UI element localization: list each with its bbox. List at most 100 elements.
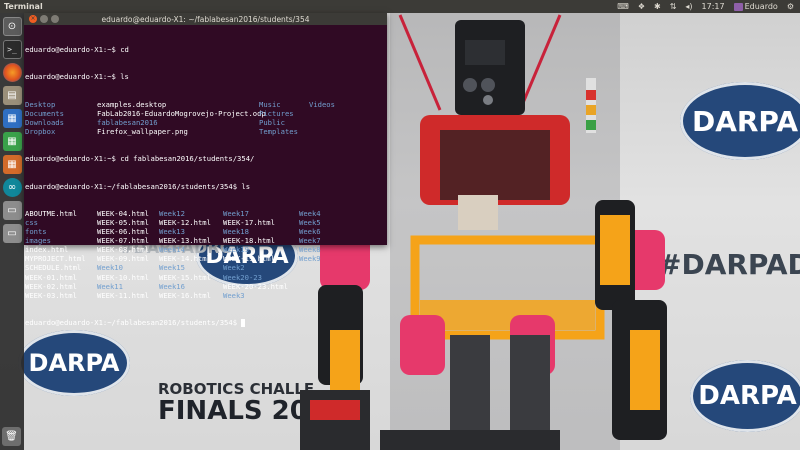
maximize-window-button[interactable] [51, 15, 59, 23]
terminal-window[interactable]: × eduardo@eduardo-X1: ~/fablabesan2016/s… [24, 13, 387, 327]
directory-entry: fonts [25, 227, 47, 237]
directory-entry: Week11 [97, 281, 123, 291]
terminal-line: eduardo@eduardo-X1:~$ cd fablabesan2016/… [25, 154, 255, 164]
terminal-output[interactable]: eduardo@eduardo-X1:~$ cd eduardo@eduardo… [24, 25, 387, 345]
user-menu[interactable]: Eduardo [733, 0, 778, 13]
directory-entry: Week12 [159, 208, 185, 218]
directory-entry: css [25, 217, 38, 227]
firefox-icon[interactable] [2, 63, 22, 82]
terminal-prompt-line[interactable]: eduardo@eduardo-X1:~/fablabesan2016/stud… [25, 318, 387, 327]
directory-entry: Public [259, 117, 285, 127]
terminal-line: eduardo@eduardo-X1:~/fablabesan2016/stud… [25, 181, 251, 191]
dropbox-icon[interactable]: ❖ [638, 0, 645, 13]
network-icon[interactable]: ⇅ [670, 0, 677, 13]
trash-icon[interactable]: 🗑 [2, 427, 21, 446]
directory-entry: Week7 [299, 236, 321, 246]
file-entry: WEEK-09.html [97, 254, 149, 264]
file-entry: WEEK-17.html [223, 217, 275, 227]
window-title: eduardo@eduardo-X1: ~/fablabesan2016/stu… [101, 14, 310, 24]
file-entry: WEEK-07.html [97, 236, 149, 246]
file-entry: WEEK-03.html [25, 290, 77, 300]
directory-entry: Week14 [159, 245, 185, 255]
file-entry: WEEK-13.html [159, 236, 211, 246]
directory-entry: Week6 [299, 227, 321, 237]
file-entry: Firefox_wallpaper.png [97, 127, 188, 137]
directory-entry: Week16 [159, 281, 185, 291]
bluetooth-icon[interactable]: ✱ [654, 0, 661, 13]
directory-entry: Week9 [299, 254, 321, 264]
directory-entry: Week10 [97, 263, 123, 273]
directory-entry: Week4 [299, 208, 321, 218]
final-prompt: eduardo@eduardo-X1:~/fablabesan2016/stud… [25, 318, 242, 327]
file-entry: WEEK-10.html [97, 272, 149, 282]
listing-row: WEEK-01.html WEEK-10.html WEEK-15.html Week… [25, 273, 387, 282]
directory-listing: ABOUTME.html WEEK-04.html Week12 Week17 Week… [25, 209, 387, 300]
listing-row: fonts WEEK-06.html Week13 Week18 Week6 [25, 227, 387, 236]
file-entry: WEEK-06.html [97, 227, 149, 237]
directory-entry: fablabesan2016 [97, 117, 158, 127]
file-entry: WEEK-08.html [97, 245, 149, 255]
listing-row: Desktop examples.desktop Music Videos [25, 100, 387, 109]
minimize-window-button[interactable] [40, 15, 48, 23]
file-entry: WEEK-19.html [223, 254, 275, 264]
arduino-icon[interactable]: ∞ [2, 178, 22, 197]
listing-row: css WEEK-05.html WEEK-12.html WEEK-17.html W… [25, 218, 387, 227]
user-icon [733, 2, 743, 11]
directory-entry: Week20-23 [223, 272, 262, 282]
listing-row: Downloads fablabesan2016 Public [25, 118, 387, 127]
window-titlebar[interactable]: × eduardo@eduardo-X1: ~/fablabesan2016/s… [24, 13, 387, 25]
sound-icon[interactable]: ◂) [685, 0, 692, 13]
terminal-icon[interactable]: >_ [2, 40, 22, 59]
file-entry: WEEK-05.html [97, 217, 149, 227]
listing-row: Dropbox Firefox_wallpaper.png Templates [25, 127, 387, 136]
directory-entry: Week2 [223, 263, 245, 273]
file-entry: WEEK-16.html [159, 290, 211, 300]
listing-row: MYPROJECT.html WEEK-09.html WEEK-14.html WE… [25, 254, 387, 263]
libreoffice-impress-icon[interactable]: ▦ [2, 155, 22, 174]
file-entry: MYPROJECT.html [25, 254, 86, 264]
directory-entry: Week8 [299, 245, 321, 255]
directory-entry: Week15 [159, 263, 185, 273]
directory-entry: Week19 [223, 245, 249, 255]
listing-row: WEEK-03.html WEEK-11.html WEEK-16.html Week… [25, 291, 387, 300]
clock[interactable]: 17:17 [702, 0, 725, 13]
directory-entry: Week5 [299, 217, 321, 227]
settings-gear-icon[interactable]: ⚙ [787, 0, 794, 13]
directory-entry: Documents [25, 108, 64, 118]
launcher: ⊙ >_ ▤ ▦ ▦ ▦ ∞ ▭ ▭ 🗑 [0, 13, 24, 450]
directory-entry: Videos [309, 99, 335, 109]
home-listing: Desktop examples.desktop Music Videos Docume… [25, 100, 387, 136]
file-entry: WEEK-11.html [97, 290, 149, 300]
dash-icon[interactable]: ⊙ [2, 17, 22, 36]
top-panel: Terminal ⌨ ❖ ✱ ⇅ ◂) 17:17 Eduardo ⚙ [0, 0, 800, 13]
file-entry: FabLab2016-EduardoMogrovejo-Project.odp [97, 108, 266, 118]
system-tray: ⌨ ❖ ✱ ⇅ ◂) 17:17 Eduardo ⚙ [617, 0, 800, 13]
drive-icon[interactable]: ▭ [2, 201, 22, 220]
active-app-title: Terminal [4, 2, 43, 11]
file-entry: WEEK-20-23.html [223, 281, 288, 291]
listing-row: Documents FabLab2016-EduardoMogrovejo-Pro… [25, 109, 387, 118]
libreoffice-writer-icon[interactable]: ▦ [2, 109, 22, 128]
listing-row: SCHEDULE.html Week10 Week15 Week2 [25, 263, 387, 272]
file-entry: WEEK-01.html [25, 272, 77, 282]
file-entry: SCHEDULE.html [25, 263, 82, 273]
file-entry: WEEK-15.html [159, 272, 211, 282]
directory-entry: Week13 [159, 227, 185, 237]
directory-entry: Week18 [223, 227, 249, 237]
user-name: Eduardo [744, 2, 778, 11]
keyboard-layout-icon[interactable]: ⌨ [617, 0, 629, 13]
directory-entry: Dropbox [25, 127, 56, 137]
close-window-button[interactable]: × [29, 15, 37, 23]
directory-entry: Week17 [223, 208, 249, 218]
directory-entry: Pictures [259, 108, 294, 118]
terminal-line: eduardo@eduardo-X1:~$ cd [25, 45, 129, 55]
drive-icon-2[interactable]: ▭ [2, 224, 22, 243]
files-icon[interactable]: ▤ [2, 86, 22, 105]
listing-row: ABOUTME.html WEEK-04.html Week12 Week17 Week… [25, 209, 387, 218]
file-entry: examples.desktop [97, 99, 167, 109]
directory-entry: Desktop [25, 99, 56, 109]
listing-row: images WEEK-07.html WEEK-13.html WEEK-18.ht… [25, 236, 387, 245]
directory-entry: Downloads [25, 117, 64, 127]
file-entry: ABOUTME.html [25, 208, 77, 218]
libreoffice-calc-icon[interactable]: ▦ [2, 132, 22, 151]
